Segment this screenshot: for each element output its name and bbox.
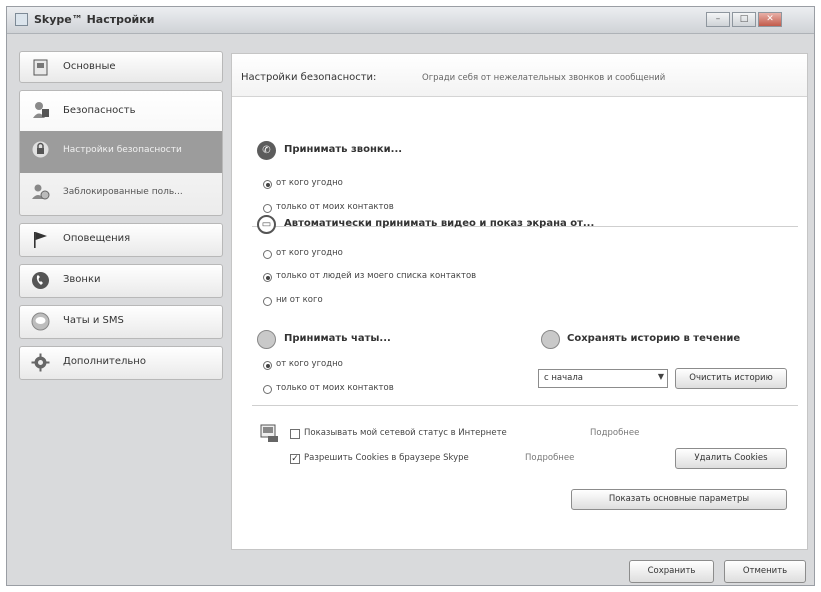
settings-window: Skype™ Настройки – □ ✕ Основные Безопасн… bbox=[6, 6, 815, 586]
skype-app-icon bbox=[15, 13, 28, 26]
close-button[interactable]: ✕ bbox=[758, 12, 782, 27]
calls-option-anyone: от кого угодно bbox=[276, 178, 343, 188]
video-radio-nobody[interactable] bbox=[263, 297, 272, 306]
history-icon bbox=[541, 330, 560, 349]
show-status-more-link[interactable]: Подробнее bbox=[590, 428, 639, 438]
chats-option-contacts: только от моих контактов bbox=[276, 383, 394, 393]
chats-radio-anyone[interactable] bbox=[263, 361, 272, 370]
sidebar-item-advanced[interactable]: Дополнительно bbox=[19, 346, 223, 380]
general-icon bbox=[33, 59, 48, 76]
chevron-down-icon: ▼ bbox=[657, 372, 664, 381]
cancel-button[interactable]: Отменить bbox=[724, 560, 806, 583]
video-icon: ▭ bbox=[257, 215, 276, 234]
panel-header: Настройки безопасности: Огради себя от н… bbox=[232, 54, 807, 97]
sidebar-item-label: Основные bbox=[63, 61, 116, 72]
sidebar-item-label: Чаты и SMS bbox=[63, 315, 124, 326]
video-option-anyone: от кого угодно bbox=[276, 248, 343, 258]
clear-history-button[interactable]: Очистить историю bbox=[675, 368, 787, 389]
show-status-checkbox[interactable] bbox=[290, 429, 300, 439]
sidebar-item-label: Настройки безопасности bbox=[63, 145, 182, 155]
sidebar-group-security: Безопасность Настройки безопасности Забл… bbox=[19, 90, 223, 216]
maximize-button[interactable]: □ bbox=[732, 12, 756, 27]
cookies-more-link[interactable]: Подробнее bbox=[525, 453, 574, 463]
minimize-button[interactable]: – bbox=[706, 12, 730, 27]
panel-description: Огради себя от нежелательных звонков и с… bbox=[422, 73, 666, 83]
panel-title: Настройки безопасности: bbox=[241, 72, 377, 83]
blocked-users-icon bbox=[32, 184, 50, 200]
calls-radio-contacts[interactable] bbox=[263, 204, 272, 213]
divider bbox=[252, 405, 798, 406]
sidebar: Основные Безопасность Настройки безопасн… bbox=[19, 51, 223, 387]
sidebar-item-blocked-users[interactable]: Заблокированные поль... bbox=[20, 173, 222, 215]
sidebar-item-security[interactable]: Безопасность bbox=[20, 91, 222, 131]
sidebar-item-general[interactable]: Основные bbox=[19, 51, 223, 83]
video-radio-contacts[interactable] bbox=[263, 273, 272, 282]
sidebar-item-notifications[interactable]: Оповещения bbox=[19, 223, 223, 257]
save-button[interactable]: Сохранить bbox=[629, 560, 714, 583]
lock-icon bbox=[32, 141, 49, 158]
phone-icon: ✆ bbox=[257, 141, 276, 160]
sidebar-item-label: Звонки bbox=[63, 274, 101, 285]
chat-icon bbox=[31, 312, 50, 331]
delete-cookies-button[interactable]: Удалить Cookies bbox=[675, 448, 787, 469]
history-section-title: Сохранять историю в течение bbox=[567, 333, 741, 344]
chats-radio-contacts[interactable] bbox=[263, 385, 272, 394]
gear-icon bbox=[31, 353, 50, 372]
sidebar-item-security-settings[interactable]: Настройки безопасности bbox=[20, 131, 222, 173]
phone-icon bbox=[32, 272, 49, 289]
chat-icon bbox=[257, 330, 276, 349]
sidebar-item-label: Безопасность bbox=[63, 105, 136, 116]
sidebar-item-label: Дополнительно bbox=[63, 356, 146, 367]
security-icon bbox=[33, 102, 49, 118]
chats-option-anyone: от кого угодно bbox=[276, 359, 343, 369]
sidebar-item-calls[interactable]: Звонки bbox=[19, 264, 223, 298]
calls-section-title: Принимать звонки... bbox=[284, 144, 403, 155]
calls-option-contacts: только от моих контактов bbox=[276, 202, 394, 212]
title-bar: Skype™ Настройки – □ ✕ bbox=[7, 7, 814, 34]
allow-cookies-label: Разрешить Cookies в браузере Skype bbox=[304, 453, 469, 463]
show-basic-settings-button[interactable]: Показать основные параметры bbox=[571, 489, 787, 510]
show-status-label: Показывать мой сетевой статус в Интернет… bbox=[304, 428, 507, 438]
video-radio-anyone[interactable] bbox=[263, 250, 272, 259]
sidebar-item-label: Заблокированные поль... bbox=[63, 187, 183, 197]
calls-radio-anyone[interactable] bbox=[263, 180, 272, 189]
video-section-title: Автоматически принимать видео и показ эк… bbox=[284, 218, 595, 229]
sidebar-item-label: Оповещения bbox=[63, 233, 131, 244]
sidebar-item-chats[interactable]: Чаты и SMS bbox=[19, 305, 223, 339]
video-option-nobody: ни от кого bbox=[276, 295, 323, 305]
flag-icon bbox=[34, 232, 47, 248]
history-duration-value: с начала bbox=[544, 373, 584, 383]
history-duration-select[interactable]: с начала ▼ bbox=[538, 369, 668, 388]
allow-cookies-checkbox[interactable]: ✓ bbox=[290, 454, 300, 464]
video-option-contacts: только от людей из моего списка контакто… bbox=[276, 271, 477, 281]
settings-panel: Настройки безопасности: Огради себя от н… bbox=[231, 53, 808, 550]
web-status-icon bbox=[260, 424, 278, 442]
window-title: Skype™ Настройки bbox=[34, 13, 155, 26]
chats-section-title: Принимать чаты... bbox=[284, 333, 391, 344]
